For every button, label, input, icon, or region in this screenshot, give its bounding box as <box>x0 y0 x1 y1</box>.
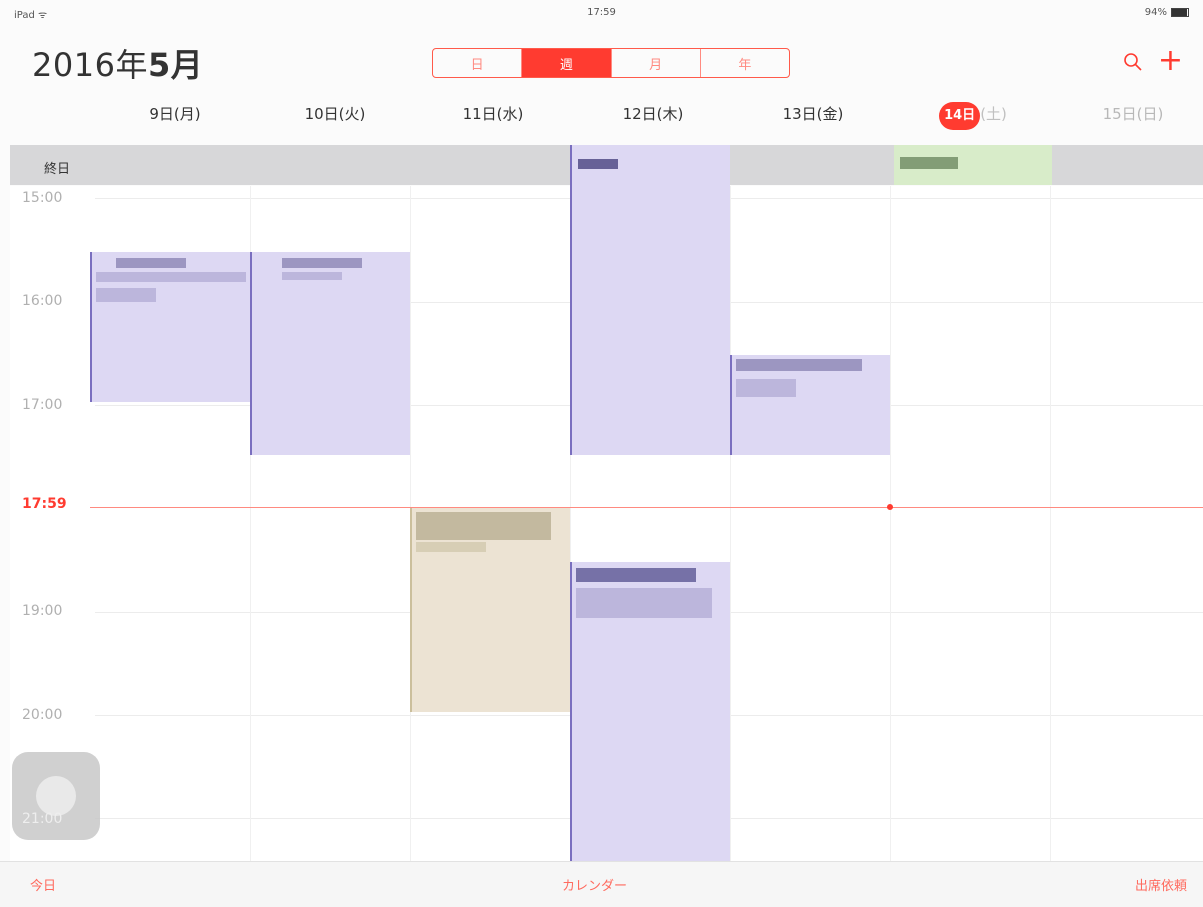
view-switcher: 日 週 月 年 <box>432 48 790 78</box>
event-detail-blurred <box>576 588 712 618</box>
day-header-sun[interactable]: 15日(日) <box>1058 100 1203 128</box>
day-header-thu[interactable]: 12日(木) <box>578 100 728 128</box>
tab-week[interactable]: 週 <box>522 49 612 77</box>
week-day-header: 9日(月) 10日(火) 11日(水) 12日(木) 13日(金) 14日 (土)… <box>0 100 1203 132</box>
day-header-fri[interactable]: 13日(金) <box>738 100 888 128</box>
add-event-button[interactable]: + <box>1158 46 1183 76</box>
tab-month[interactable]: 月 <box>612 49 701 77</box>
battery-indicator: 94% <box>1145 7 1189 18</box>
battery-icon <box>1171 8 1189 17</box>
day-header-mon[interactable]: 9日(月) <box>100 100 250 128</box>
day-header-wed[interactable]: 11日(水) <box>418 100 568 128</box>
title-year: 2016年 <box>32 46 148 84</box>
day-divider <box>1050 186 1051 861</box>
day-header-tue[interactable]: 10日(火) <box>260 100 410 128</box>
event-detail-blurred <box>416 542 486 552</box>
status-time: 17:59 <box>587 7 616 18</box>
day-header-sat[interactable]: 14日 (土) <box>898 100 1048 130</box>
hour-label: 19:00 <box>22 603 63 619</box>
event-title-blurred <box>116 258 186 268</box>
status-bar: iPad ᯤ 17:59 94% <box>0 0 1203 26</box>
page-title: 2016年5月 <box>32 40 203 86</box>
today-button[interactable]: 今日 <box>30 875 56 894</box>
event-detail-blurred <box>96 288 156 302</box>
day-divider <box>730 186 731 861</box>
today-weekday: (土) <box>980 105 1007 123</box>
event-block[interactable] <box>410 508 570 712</box>
event-title-blurred <box>578 159 618 169</box>
tab-year[interactable]: 年 <box>701 49 789 77</box>
bottom-toolbar: 今日 カレンダー 出席依頼 <box>0 861 1203 907</box>
event-block[interactable] <box>730 355 890 455</box>
event-block[interactable] <box>570 145 730 455</box>
event-title-blurred <box>736 359 862 371</box>
event-detail-blurred <box>96 272 246 282</box>
hour-label: 15:00 <box>22 190 63 206</box>
event-title-blurred <box>282 258 362 268</box>
event-block[interactable] <box>90 252 250 402</box>
current-time-dot <box>887 504 893 510</box>
current-time-line <box>90 507 1203 508</box>
hour-label: 21:00 <box>22 811 63 827</box>
event-block[interactable] <box>250 252 410 455</box>
hour-label: 20:00 <box>22 707 63 723</box>
hour-label: 16:00 <box>22 293 63 309</box>
day-divider <box>890 186 891 861</box>
current-time-label: 17:59 <box>22 496 67 512</box>
today-date-badge: 14日 <box>939 102 981 130</box>
hour-label: 17:00 <box>22 397 63 413</box>
event-title-blurred <box>416 512 551 540</box>
battery-percent: 94% <box>1144 7 1167 18</box>
event-detail-blurred <box>736 379 796 397</box>
event-block[interactable] <box>570 562 730 861</box>
search-icon[interactable] <box>1123 52 1143 72</box>
inbox-button[interactable]: 出席依頼 <box>1135 875 1187 894</box>
assistive-touch-icon <box>36 776 76 816</box>
calendars-button[interactable]: カレンダー <box>562 875 627 894</box>
event-title-blurred <box>576 568 696 582</box>
event-detail-blurred <box>282 272 342 280</box>
event-title-blurred <box>900 157 958 169</box>
all-day-event[interactable] <box>894 145 1052 185</box>
all-day-label: 終日 <box>44 162 71 177</box>
title-month: 5月 <box>147 46 204 84</box>
tab-day[interactable]: 日 <box>433 49 523 77</box>
